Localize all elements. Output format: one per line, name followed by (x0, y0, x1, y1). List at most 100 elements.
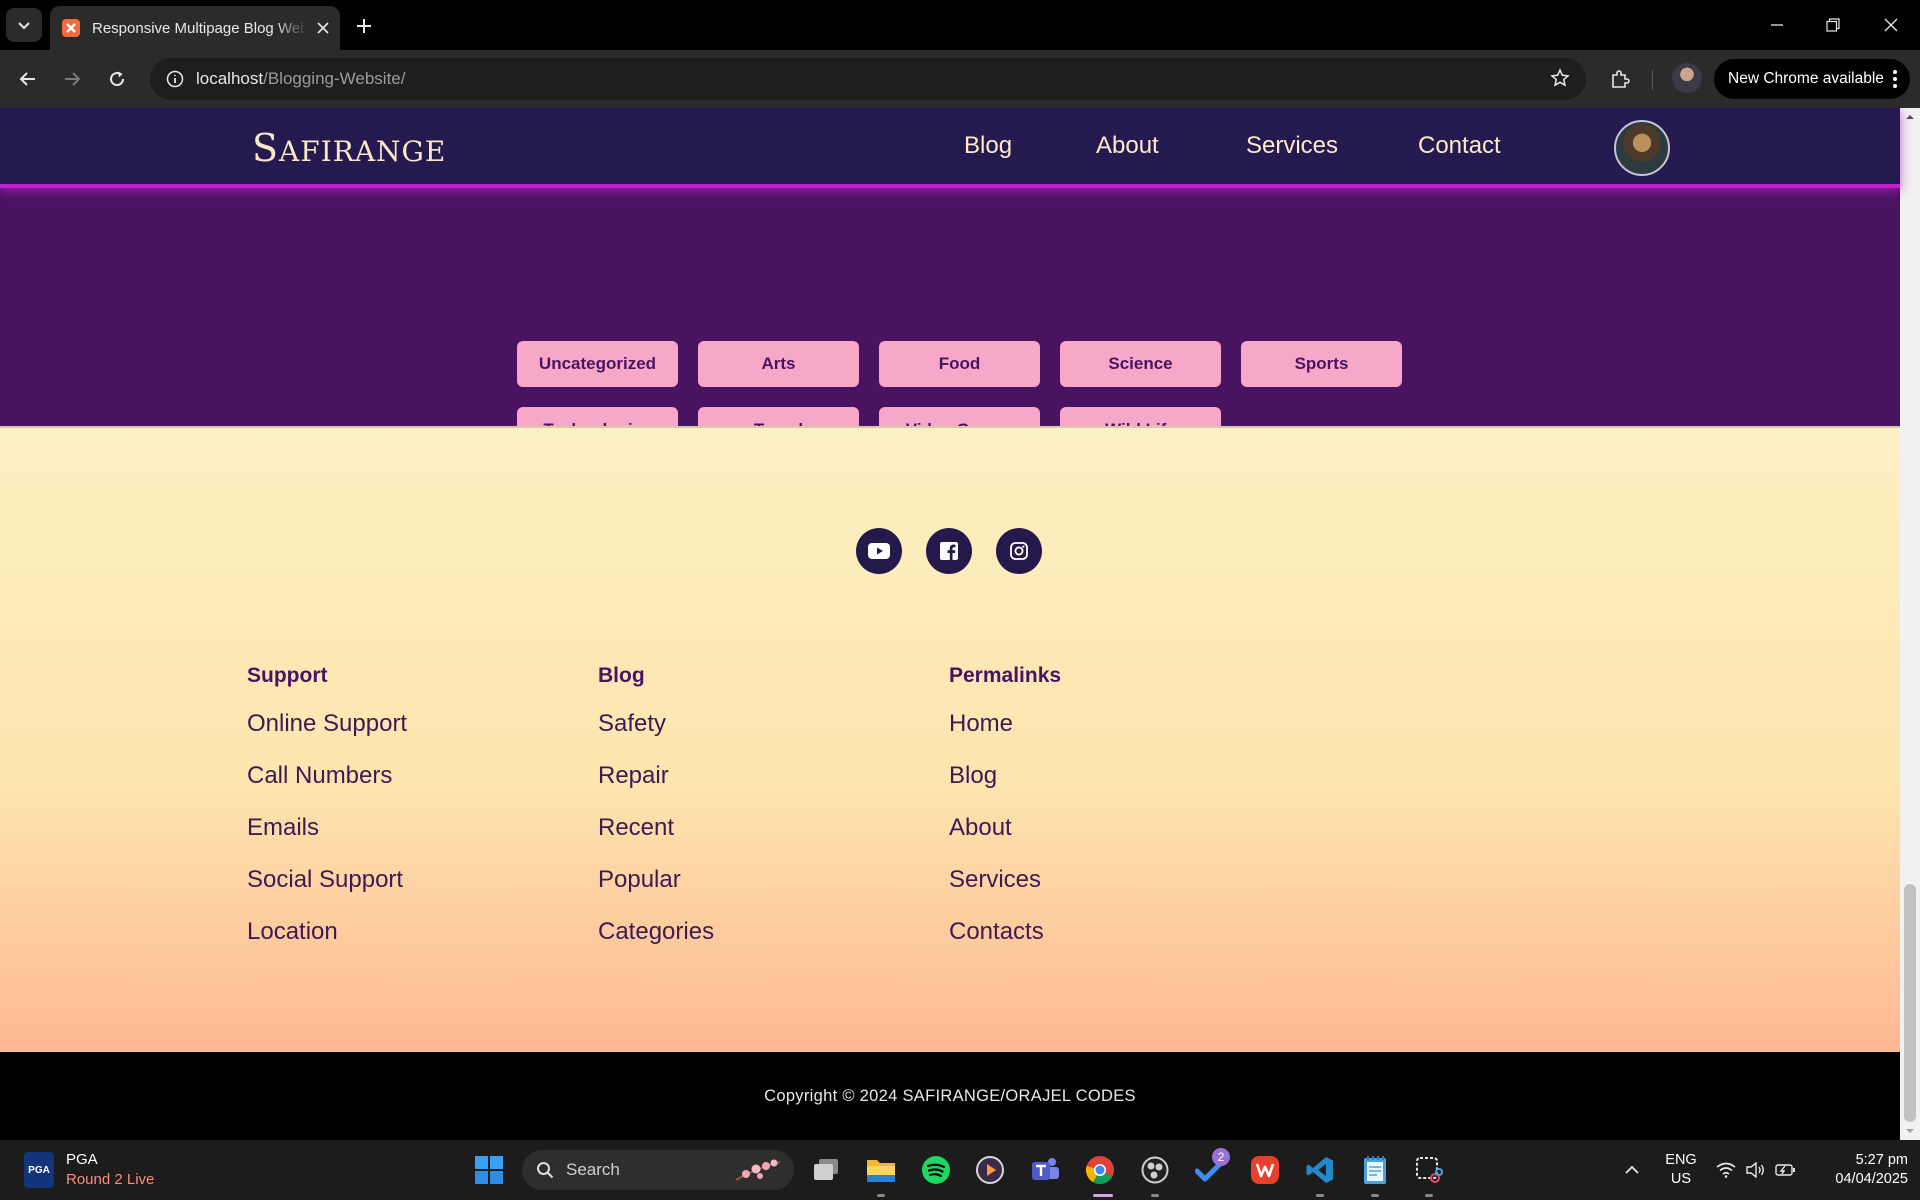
pga-tour-icon: PGA (24, 1152, 54, 1188)
windows-start-icon[interactable] (471, 1152, 507, 1188)
footer-link[interactable]: Blog (949, 760, 1061, 812)
site-footer: Support Online Support Call Numbers Emai… (0, 426, 1900, 1140)
wps-office-icon[interactable] (1247, 1152, 1283, 1188)
page-viewport: SAFIRANGE Blog About Services Contact Un… (0, 108, 1920, 1140)
facebook-icon[interactable] (926, 528, 972, 574)
page-scrollbar[interactable] (1900, 108, 1920, 1140)
windows-taskbar: PGA PGA Round 2 Live Search 2 ENG US 5:2… (0, 1140, 1920, 1200)
footer-link[interactable]: Home (949, 708, 1061, 760)
file-explorer-icon[interactable] (863, 1152, 899, 1188)
running-indicator (1371, 1194, 1379, 1197)
footer-link[interactable]: Call Numbers (247, 760, 407, 812)
vscode-icon[interactable] (1302, 1152, 1338, 1188)
running-indicator (877, 1194, 885, 1197)
todo-badge: 2 (1212, 1148, 1230, 1166)
more-vert-icon (1893, 70, 1897, 88)
tab-search-button[interactable] (6, 8, 42, 42)
nav-link-blog[interactable]: Blog (964, 132, 1012, 160)
category-uncategorized[interactable]: Uncategorized (517, 341, 678, 387)
extensions-puzzle-icon[interactable] (1604, 63, 1636, 95)
reload-icon[interactable] (101, 63, 133, 95)
nav-link-services[interactable]: Services (1246, 132, 1338, 160)
restore-icon[interactable] (1818, 10, 1848, 40)
footer-link[interactable]: Safety (598, 708, 714, 760)
footer-link[interactable]: Repair (598, 760, 714, 812)
browser-tabstrip: Responsive Multipage Blog Website (0, 0, 1920, 50)
tab-close-icon[interactable] (313, 18, 333, 38)
instagram-icon[interactable] (996, 528, 1042, 574)
bookmark-star-icon[interactable] (1550, 68, 1570, 93)
footer-link[interactable]: Contacts (949, 916, 1061, 968)
running-indicator (1425, 1194, 1433, 1197)
forward-arrow-icon[interactable] (56, 63, 88, 95)
category-sports[interactable]: Sports (1241, 341, 1402, 387)
new-tab-plus-icon[interactable] (350, 12, 378, 40)
running-indicator (1316, 1194, 1324, 1197)
copyright-text: Copyright © 2024 SAFIRANGE/ORAJEL CODES (764, 1086, 1136, 1105)
chrome-profile-avatar[interactable] (1672, 63, 1702, 93)
category-arts[interactable]: Arts (698, 341, 859, 387)
widget-title: PGA (66, 1151, 98, 1168)
xampp-favicon-icon (62, 19, 80, 37)
nav-link-about[interactable]: About (1096, 132, 1159, 160)
url-text: localhost/Blogging-Website/ (196, 69, 406, 88)
footer-heading: Blog (598, 664, 645, 687)
todo-icon[interactable]: 2 (1192, 1148, 1230, 1188)
nav-link-contact[interactable]: Contact (1418, 132, 1501, 160)
user-avatar[interactable] (1614, 120, 1670, 176)
footer-column-support: Support Online Support Call Numbers Emai… (247, 664, 407, 968)
media-player-icon[interactable] (972, 1152, 1008, 1188)
footer-column-blog: Blog Safety Repair Recent Popular Catego… (598, 664, 714, 968)
footer-heading: Support (247, 664, 328, 687)
update-label: New Chrome available (1728, 70, 1884, 87)
minimize-icon[interactable] (1762, 10, 1792, 40)
scroll-up-arrow-icon[interactable] (1905, 112, 1915, 122)
footer-link[interactable]: Social Support (247, 864, 407, 916)
footer-link[interactable]: Location (247, 916, 407, 968)
battery-icon[interactable] (1768, 1152, 1804, 1188)
browser-toolbar: localhost/Blogging-Website/ New Chrome a… (0, 50, 1920, 108)
running-indicator (1151, 1194, 1159, 1197)
obs-studio-icon[interactable] (1137, 1152, 1173, 1188)
footer-link[interactable]: Categories (598, 916, 714, 968)
show-hidden-icons-chevron-icon[interactable] (1614, 1152, 1650, 1188)
youtube-icon[interactable] (856, 528, 902, 574)
copyright-bar: Copyright © 2024 SAFIRANGE/ORAJEL CODES (0, 1052, 1900, 1140)
footer-link[interactable]: Services (949, 864, 1061, 916)
chrome-icon[interactable] (1082, 1152, 1118, 1188)
toolbar-separator (1652, 70, 1653, 90)
new-chrome-available-button[interactable]: New Chrome available (1714, 59, 1910, 99)
widget-subtitle: Round 2 Live (66, 1171, 155, 1188)
footer-link[interactable]: Online Support (247, 708, 407, 760)
taskbar-search-box[interactable]: Search (522, 1150, 794, 1190)
snipping-tool-icon[interactable] (1411, 1152, 1447, 1188)
tab-title: Responsive Multipage Blog Website (92, 19, 307, 37)
close-window-icon[interactable] (1876, 10, 1906, 40)
teams-icon[interactable] (1027, 1152, 1063, 1188)
clock[interactable]: 5:27 pm 04/04/2025 (1812, 1151, 1908, 1189)
footer-link[interactable]: Emails (247, 812, 407, 864)
site-logo[interactable]: SAFIRANGE (252, 126, 446, 170)
chevron-down-icon (18, 22, 30, 30)
category-food[interactable]: Food (879, 341, 1040, 387)
active-app-indicator (1093, 1194, 1113, 1197)
footer-column-permalinks: Permalinks Home Blog About Services Cont… (949, 664, 1061, 968)
task-view-icon[interactable] (808, 1152, 844, 1188)
back-arrow-icon[interactable] (12, 63, 44, 95)
footer-link[interactable]: About (949, 812, 1061, 864)
input-language[interactable]: ENG US (1660, 1151, 1702, 1189)
footer-link[interactable]: Popular (598, 864, 714, 916)
site-info-icon[interactable] (154, 58, 196, 100)
category-science[interactable]: Science (1060, 341, 1221, 387)
spotify-icon[interactable] (918, 1152, 954, 1188)
notepad-icon[interactable] (1357, 1152, 1393, 1188)
active-tab[interactable]: Responsive Multipage Blog Website (50, 6, 340, 50)
cherry-blossom-icon (735, 1159, 781, 1181)
search-label: Search (566, 1160, 620, 1179)
footer-heading: Permalinks (949, 664, 1062, 687)
scroll-down-arrow-icon[interactable] (1905, 1126, 1915, 1136)
address-bar[interactable]: localhost/Blogging-Website/ (150, 58, 1586, 100)
footer-link[interactable]: Recent (598, 812, 714, 864)
news-widget[interactable]: PGA PGA Round 2 Live (24, 1150, 154, 1190)
scroll-thumb[interactable] (1904, 884, 1916, 1122)
